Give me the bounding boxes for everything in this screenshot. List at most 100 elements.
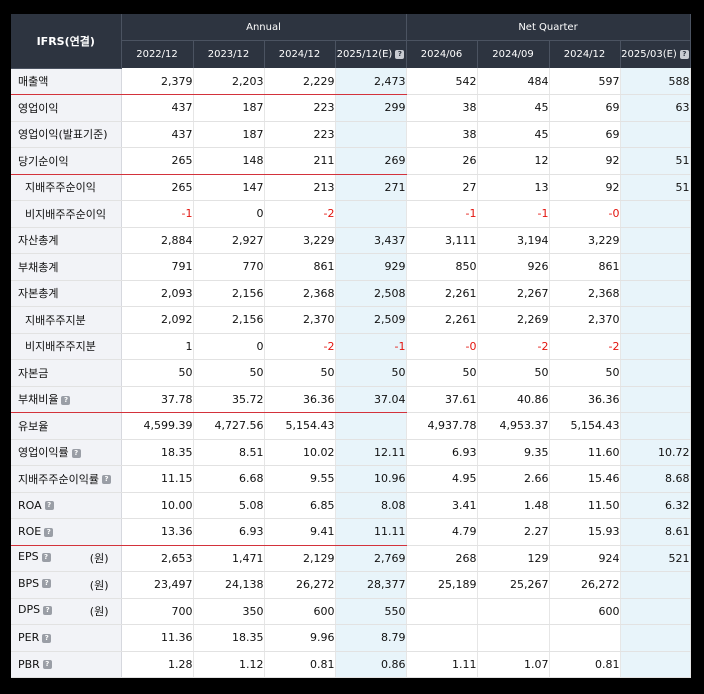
row-label: EPS? (원) [11, 545, 122, 572]
help-icon[interactable]: ? [43, 605, 53, 615]
table-body: 매출액 2,379 2,203 2,229 2,473 542 484 597 588 영업이익 4… [11, 68, 691, 678]
value-cell: 2,368 [549, 280, 621, 307]
table-row: 부채비율? 37.78 35.72 36.36 37.04 37.61 40.86 36.36 [11, 386, 691, 413]
row-label: 지배주주순이익 [11, 174, 122, 201]
value-cell: 6.93 [193, 518, 265, 546]
value-cell: 187 [193, 121, 265, 148]
estimate-value-cell [620, 412, 691, 440]
help-icon[interactable]: ? [101, 475, 111, 485]
row-label[interactable]: 부채총계 [11, 253, 122, 281]
value-cell: 45 [477, 94, 550, 122]
value-cell: 92 [549, 174, 621, 201]
value-cell: 2,261 [406, 280, 478, 307]
value-cell: 37.61 [406, 386, 478, 413]
estimate-value-cell: 12.11 [335, 439, 407, 466]
row-label: ROE? [11, 518, 122, 546]
value-cell: 92 [549, 147, 621, 175]
value-cell: 600 [549, 598, 621, 625]
value-cell: 1.28 [121, 651, 194, 678]
value-cell: 2,093 [121, 280, 194, 307]
help-icon[interactable]: ? [61, 395, 71, 405]
estimate-value-cell: 8.79 [335, 624, 407, 652]
estimate-value-cell [620, 280, 691, 307]
period-header: 2024/12 [264, 40, 336, 68]
value-cell: 0.81 [549, 651, 621, 678]
row-label[interactable]: 당기순이익 [11, 147, 122, 175]
row-label-text: ROE [18, 525, 42, 539]
estimate-value-cell: 929 [335, 253, 407, 281]
value-cell: 1.48 [477, 492, 550, 519]
row-label[interactable]: 영업이익 [11, 94, 122, 122]
table-row: 지배주주지분 2,092 2,156 2,370 2,509 2,261 2,269 2,37… [11, 306, 691, 334]
value-cell: 10.02 [264, 439, 336, 466]
row-label-text: EPS [18, 550, 39, 564]
value-cell: 9.55 [264, 465, 336, 493]
value-cell: 4,953.37 [477, 412, 550, 440]
window-frame: IFRS(연결) Annual Net Quarter 2022/12 2023… [0, 0, 704, 694]
value-cell: 50 [477, 359, 550, 387]
value-cell: -1 [121, 200, 194, 228]
row-label[interactable]: 자본금 [11, 359, 122, 387]
help-icon[interactable]: ? [71, 448, 81, 458]
value-cell: 69 [549, 94, 621, 122]
table-row: 자산총계 2,884 2,927 3,229 3,437 3,111 3,194 3,229 [11, 227, 691, 254]
table-row: 지배주주순이익률? 11.15 6.68 9.55 10.96 4.95 2.66 15.46… [11, 465, 691, 493]
table-row: 영업이익(발표기준) 437 187 223 38 45 69 [11, 121, 691, 148]
estimate-value-cell [620, 651, 691, 678]
value-cell: 5.08 [193, 492, 265, 519]
row-label[interactable]: 자산총계 [11, 227, 122, 254]
value-cell: 223 [264, 121, 336, 148]
value-cell: 600 [264, 598, 336, 625]
estimate-value-cell: 51 [620, 147, 691, 175]
value-cell: 147 [193, 174, 265, 201]
value-cell: 770 [193, 253, 265, 281]
value-cell: 129 [477, 545, 550, 572]
help-icon[interactable]: ? [395, 49, 405, 59]
table-header: IFRS(연결) Annual Net Quarter 2022/12 2023… [11, 14, 691, 69]
table-row: 부채총계 791 770 861 929 850 926 861 [11, 253, 691, 281]
row-label[interactable]: 매출액 [11, 68, 122, 95]
table-row: PER? 11.36 18.35 9.96 8.79 [11, 624, 691, 652]
value-cell: 12 [477, 147, 550, 175]
value-cell: 23,497 [121, 571, 194, 599]
estimate-value-cell: 0.86 [335, 651, 407, 678]
value-cell: 25,189 [406, 571, 478, 599]
table-row: PBR? 1.28 1.12 0.81 0.86 1.11 1.07 0.81 [11, 651, 691, 678]
value-cell: 2,370 [264, 306, 336, 334]
table-row: 당기순이익 265 148 211 269 26 12 92 51 [11, 147, 691, 175]
value-cell: 11.36 [121, 624, 194, 652]
value-cell: 2,370 [549, 306, 621, 334]
help-icon[interactable]: ? [679, 49, 689, 59]
help-icon[interactable]: ? [44, 501, 54, 511]
row-label-text: PBR [18, 657, 40, 671]
help-icon[interactable]: ? [42, 633, 52, 643]
row-label: PBR? [11, 651, 122, 678]
value-cell: 9.35 [477, 439, 550, 466]
period-header: 2022/12 [121, 40, 194, 68]
value-cell [477, 624, 550, 652]
table-row: 자본금 50 50 50 50 50 50 50 [11, 359, 691, 387]
value-cell: 15.93 [549, 518, 621, 546]
row-label[interactable]: 영업이익(발표기준) [11, 121, 122, 148]
row-label[interactable]: 유보율 [11, 412, 122, 440]
value-cell: 350 [193, 598, 265, 625]
estimate-value-cell: 588 [620, 68, 691, 95]
row-label: 비지배주주순이익 [11, 200, 122, 228]
value-cell: 5,154.43 [549, 412, 621, 440]
value-cell: 3,229 [549, 227, 621, 254]
help-icon[interactable]: ? [44, 527, 54, 537]
value-cell: 38 [406, 121, 478, 148]
estimate-value-cell: 8.08 [335, 492, 407, 519]
help-icon[interactable]: ? [42, 660, 52, 670]
estimate-value-cell: 2,769 [335, 545, 407, 572]
period-header: 2023/12 [193, 40, 265, 68]
help-icon[interactable]: ? [42, 579, 52, 589]
row-label-text: 지배주주지분 [25, 313, 86, 327]
table-row: 비지배주주순이익 -1 0 -2 -1 -1 -0 [11, 200, 691, 228]
help-icon[interactable]: ? [41, 552, 51, 562]
value-cell: 1.07 [477, 651, 550, 678]
row-label[interactable]: 자본총계 [11, 280, 122, 307]
estimate-value-cell: 51 [620, 174, 691, 201]
value-cell: 37.78 [121, 386, 194, 413]
table-row: DPS? (원) 700 350 600 550 600 [11, 598, 691, 625]
